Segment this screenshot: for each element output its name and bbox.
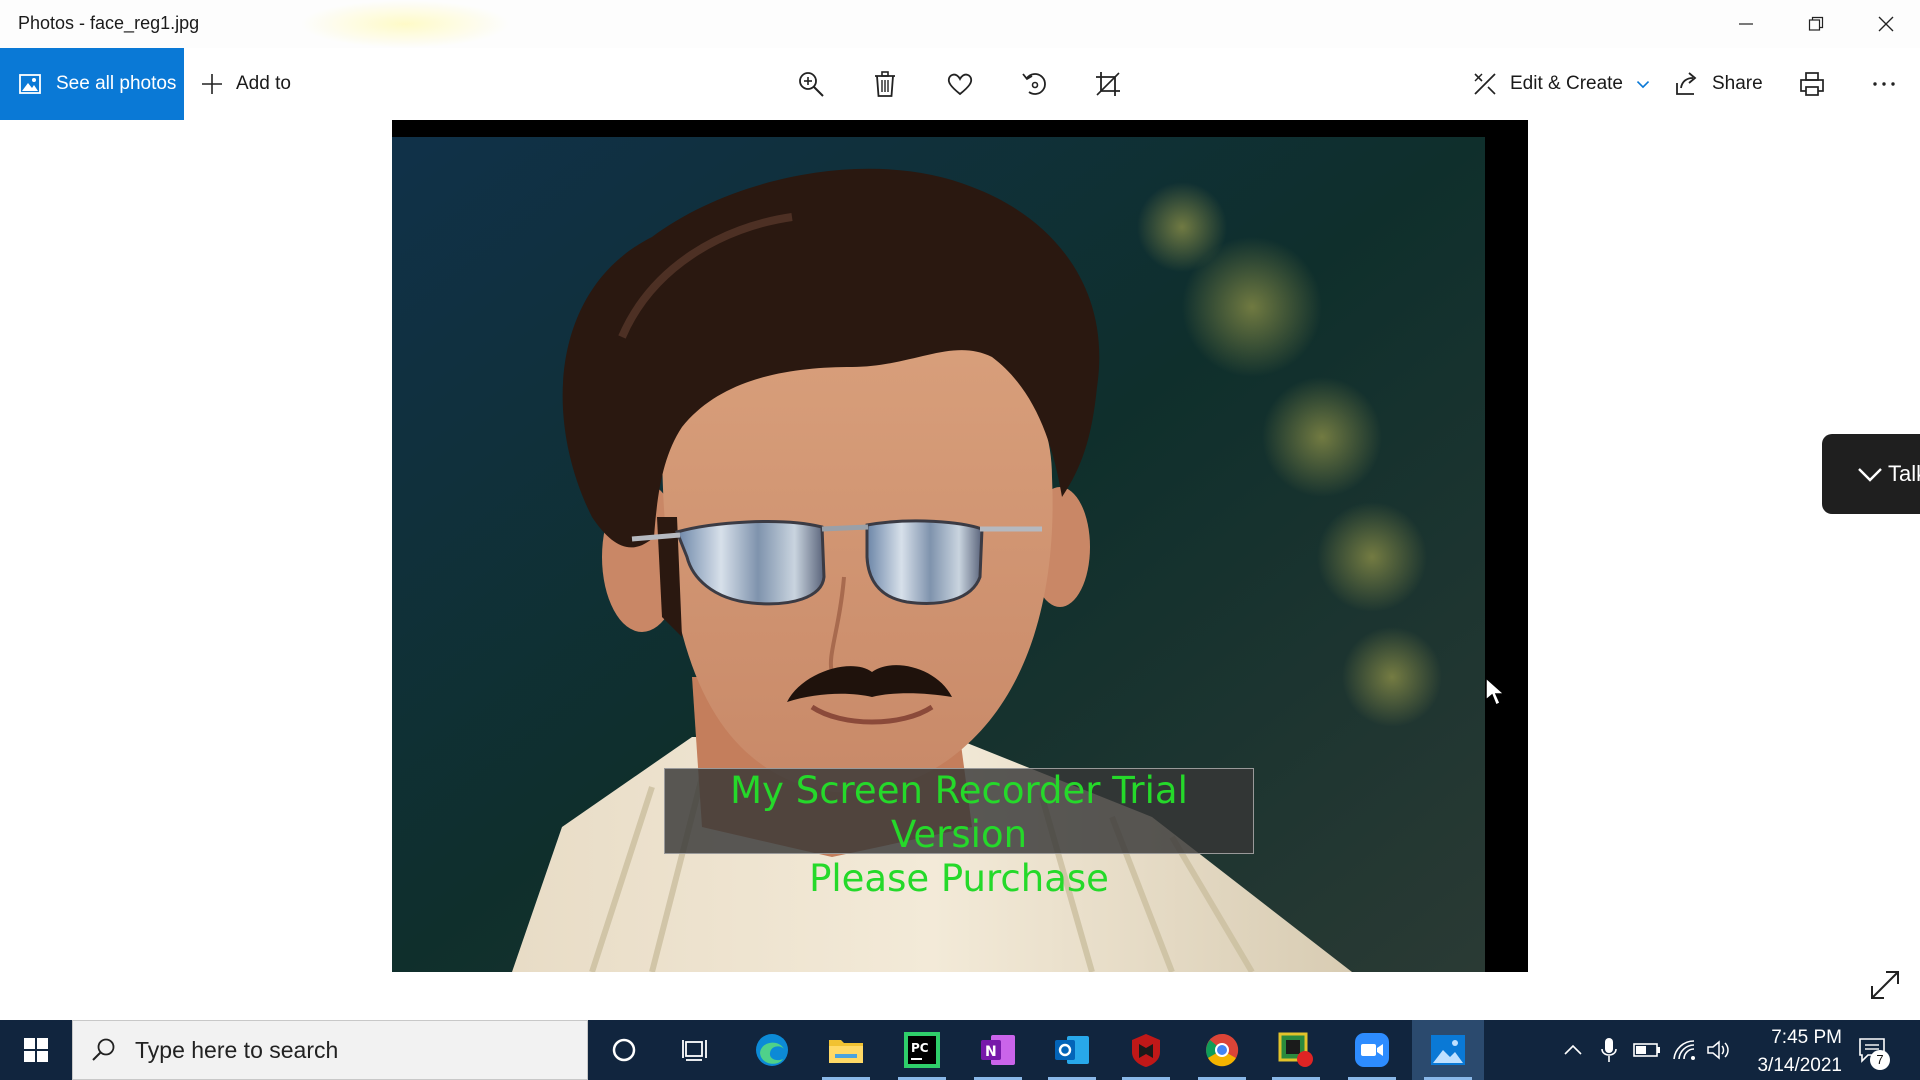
minimize-icon	[1739, 23, 1753, 25]
volume-button[interactable]	[1704, 1020, 1734, 1080]
photos-icon	[19, 74, 41, 94]
taskbar-search-box[interactable]: Type here to search	[72, 1020, 588, 1080]
taskbar-onenote[interactable]: N	[962, 1020, 1034, 1080]
chrome-icon	[1206, 1033, 1239, 1067]
task-view-icon	[682, 1040, 707, 1061]
taskbar-zoom[interactable]	[1336, 1020, 1408, 1080]
taskbar-pycharm[interactable]: PC	[886, 1020, 958, 1080]
wifi-icon	[1673, 1040, 1695, 1060]
restore-button[interactable]	[1782, 0, 1850, 48]
close-button[interactable]	[1852, 0, 1920, 48]
zoom-icon	[799, 72, 824, 97]
battery-button[interactable]	[1630, 1020, 1664, 1080]
taskbar-clock[interactable]: 7:45 PM 3/14/2021	[1732, 1024, 1842, 1078]
fullscreen-icon[interactable]	[1868, 968, 1902, 1002]
start-button[interactable]	[0, 1020, 72, 1080]
photos-app-icon	[1431, 1035, 1465, 1065]
taskbar-mcafee[interactable]	[1110, 1020, 1182, 1080]
speaker-icon	[1707, 1040, 1729, 1060]
edit-create-label: Edit & Create	[1510, 73, 1623, 94]
print-icon	[1800, 72, 1824, 96]
mouse-cursor-icon	[1485, 676, 1506, 707]
minimize-button[interactable]	[1712, 0, 1780, 48]
outlook-icon	[1055, 1036, 1089, 1064]
photo-viewer[interactable]: My Screen Recorder Trial Version Please …	[392, 120, 1528, 972]
edit-create-button[interactable]: Edit & Create	[1472, 48, 1651, 120]
microphone-button[interactable]	[1594, 1020, 1624, 1080]
taskbar-chrome[interactable]	[1186, 1020, 1258, 1080]
share-icon	[1676, 72, 1697, 95]
delete-icon	[875, 71, 895, 97]
network-button[interactable]	[1668, 1020, 1702, 1080]
more-icon	[1873, 82, 1895, 86]
title-glow	[300, 0, 510, 48]
svg-text:PC: PC	[911, 1041, 929, 1055]
crop-icon	[1096, 72, 1120, 96]
rotate-icon	[1022, 73, 1046, 95]
taskbar-screen-recorder[interactable]	[1260, 1020, 1332, 1080]
delete-button[interactable]	[869, 68, 901, 100]
svg-text:N: N	[985, 1044, 997, 1060]
taskbar-outlook[interactable]	[1036, 1020, 1108, 1080]
taskbar-file-explorer[interactable]	[810, 1020, 882, 1080]
show-hidden-icons-button[interactable]	[1558, 1020, 1588, 1080]
screen-recorder-icon	[1278, 1032, 1313, 1067]
search-icon	[92, 1038, 115, 1061]
print-button[interactable]	[1796, 68, 1828, 100]
add-to-button[interactable]: Add to	[200, 48, 291, 120]
cortana-button[interactable]	[588, 1020, 660, 1080]
window-title: Photos - face_reg1.jpg	[18, 13, 200, 33]
title-bar: Photos - face_reg1.jpg	[0, 0, 1920, 48]
chevron-up-icon	[1564, 1044, 1582, 1055]
restore-icon	[1808, 16, 1824, 31]
chevron-down-icon	[1636, 80, 1650, 89]
talk-panel-tab[interactable]: Talk	[1822, 434, 1920, 514]
cortana-icon	[612, 1038, 636, 1062]
notification-count-badge: 7	[1870, 1050, 1890, 1070]
microphone-icon	[1601, 1038, 1617, 1062]
action-center-button[interactable]	[1852, 1020, 1892, 1080]
plus-icon	[202, 74, 222, 94]
zoom-meetings-icon	[1355, 1033, 1389, 1067]
battery-icon	[1633, 1043, 1660, 1057]
clock-time: 7:45 PM	[1771, 1027, 1842, 1048]
more-options-button[interactable]	[1868, 68, 1900, 100]
see-all-photos-label: See all photos	[56, 73, 177, 94]
task-view-button[interactable]	[660, 1020, 732, 1080]
windows-icon	[24, 1038, 48, 1062]
close-icon	[1878, 16, 1894, 32]
edge-icon	[756, 1034, 788, 1066]
share-label: Share	[1712, 73, 1763, 94]
watermark-line-1: My Screen Recorder Trial Version	[730, 769, 1188, 856]
crop-button[interactable]	[1092, 68, 1124, 100]
pycharm-icon: PC	[904, 1032, 940, 1068]
trial-watermark: My Screen Recorder Trial Version Please …	[664, 768, 1254, 900]
zoom-button[interactable]	[795, 68, 827, 100]
clock-date: 3/14/2021	[1757, 1055, 1842, 1076]
chevron-down-icon	[1858, 468, 1882, 482]
edit-create-icon	[1474, 73, 1496, 95]
onenote-icon: N	[981, 1035, 1015, 1065]
taskbar: Type here to search PC N 7:45 PM 3/14/20…	[0, 1020, 1920, 1080]
favorite-button[interactable]	[944, 68, 976, 100]
talk-tab-label: Talk	[1888, 461, 1920, 486]
watermark-line-2: Please Purchase	[809, 857, 1109, 900]
search-placeholder: Type here to search	[135, 1036, 339, 1063]
see-all-photos-button[interactable]: See all photos	[0, 48, 184, 120]
heart-icon	[947, 73, 973, 96]
toolbar: See all photos Add to Edit & Create Shar…	[0, 48, 1920, 120]
folder-icon	[829, 1040, 863, 1063]
share-button[interactable]: Share	[1674, 48, 1763, 120]
rotate-button[interactable]	[1018, 68, 1050, 100]
mcafee-icon	[1132, 1034, 1160, 1067]
taskbar-edge[interactable]	[736, 1020, 808, 1080]
add-to-label: Add to	[236, 73, 291, 94]
taskbar-photos[interactable]	[1412, 1020, 1484, 1080]
